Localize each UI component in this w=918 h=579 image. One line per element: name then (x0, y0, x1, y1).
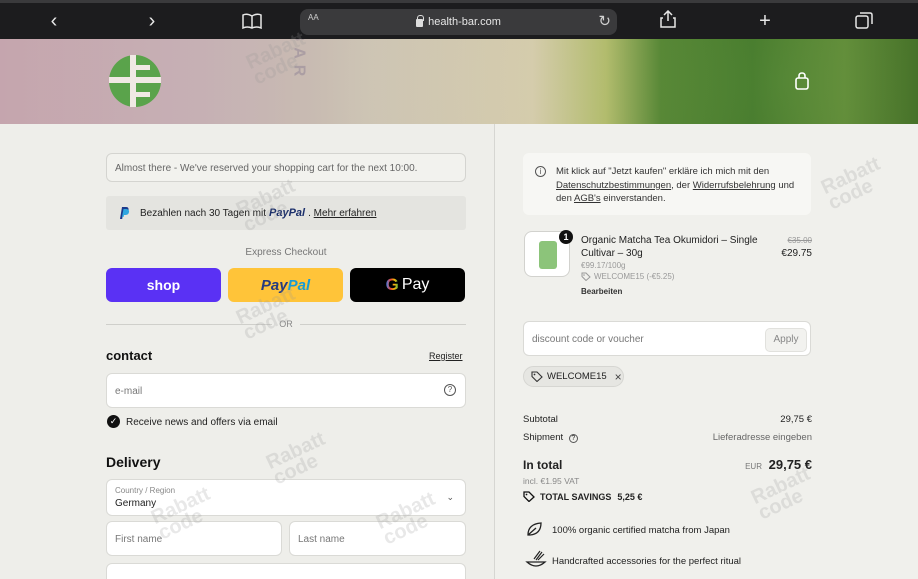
google-g-icon: G (385, 275, 399, 294)
google-pay-label: Pay (401, 276, 430, 293)
browser-toolbar: ‹ › AA health-bar.com ↻ + (0, 0, 918, 39)
text-size-button[interactable]: AA (308, 14, 319, 22)
agb-link[interactable]: AGB's (574, 193, 601, 204)
country-label: Country / Region (115, 486, 176, 495)
cart-reservation-notice: Almost there - We've reserved your shopp… (106, 153, 466, 182)
product-unit-price: €99.17/100g (581, 261, 626, 270)
leaf-icon (525, 520, 545, 538)
feature-accessories: Handcrafted accessories for the perfect … (552, 556, 742, 567)
paypal-label-b: Pal (287, 276, 311, 294)
country-select[interactable]: Country / Region Germany ⌄ (106, 479, 466, 516)
savings-label: TOTAL SAVINGS (540, 491, 612, 502)
terms-suffix: einverstanden. (603, 193, 666, 204)
shop-pay-label: shop (146, 277, 181, 293)
shop-pay-button[interactable]: shop (106, 268, 221, 302)
chevron-down-icon: ⌄ (446, 492, 454, 502)
paypal-later-text: Bezahlen nach 30 Tagen mit (140, 207, 267, 219)
total-value: 29,75 € (768, 457, 812, 472)
contact-heading: contact (106, 348, 153, 363)
newsletter-checkbox[interactable]: ✓ (107, 415, 120, 428)
lock-icon (416, 15, 425, 27)
express-checkout-label: Express Checkout (245, 247, 327, 258)
help-icon[interactable]: ? (444, 384, 456, 396)
withdrawal-link[interactable]: Widerrufsbelehrung (693, 180, 776, 191)
whisk-bowl-icon (525, 550, 547, 568)
new-tab-icon[interactable]: + (752, 9, 778, 33)
tag-icon (523, 491, 535, 502)
product-discount-text: WELCOME15 (-€5.25) (594, 272, 675, 281)
health-bar-logo[interactable] (109, 55, 161, 107)
edit-product-link[interactable]: Bearbeiten (581, 287, 622, 296)
total-label: In total (523, 458, 563, 472)
paypal-label-a: Pay (260, 276, 288, 294)
vat-note: incl. €1.95 VAT (523, 476, 580, 486)
google-pay-button[interactable]: G Pay (350, 268, 465, 302)
back-icon[interactable]: ‹ (41, 9, 67, 33)
product-name: Organic Matcha Tea Okumidori – Single Cu… (581, 235, 758, 259)
terms-prefix: Mit klick auf "Jetzt kaufen" erkläre ich… (556, 166, 770, 177)
remove-discount-icon[interactable]: × (615, 370, 622, 384)
or-divider-left (106, 324, 272, 325)
shopping-bag-icon[interactable] (794, 72, 810, 90)
tag-icon (581, 272, 591, 281)
shipping-value: Lieferadresse eingeben (712, 432, 812, 443)
paypal-brand: PayPal (269, 207, 306, 219)
paypal-learn-more-link[interactable]: Mehr erfahren (314, 208, 377, 219)
tag-icon (531, 371, 543, 382)
privacy-link[interactable]: Datenschutzbestimmungen (556, 180, 671, 191)
info-icon: i (535, 166, 546, 177)
subtotal-label: Subtotal (523, 414, 558, 425)
quantity-badge: 1 (559, 230, 573, 244)
url-text: health-bar.com (428, 16, 501, 28)
delivery-heading: Delivery (106, 454, 161, 470)
forward-icon[interactable]: › (139, 9, 165, 33)
shipping-label: Shipment ? (523, 432, 578, 443)
first-name-placeholder: First name (115, 534, 163, 545)
last-name-field[interactable]: Last name (289, 521, 466, 556)
matcha-can-image (539, 241, 557, 269)
last-name-placeholder: Last name (298, 534, 345, 545)
original-price: €35.00 (787, 236, 812, 245)
or-divider-right (300, 324, 466, 325)
product-discount: WELCOME15 (-€5.25) (581, 272, 674, 281)
paypal-button[interactable]: Pay Pal (228, 268, 343, 302)
total-savings: TOTAL SAVINGS 5,25 € (523, 491, 642, 502)
savings-value: 5,25 € (617, 491, 643, 502)
terms-middle: , der (671, 179, 691, 191)
share-icon[interactable] (655, 9, 681, 34)
total-value-row: EUR 29,75 € (680, 457, 812, 472)
address-field[interactable] (106, 563, 466, 579)
column-divider (494, 124, 495, 579)
applied-code: WELCOME15 (547, 371, 607, 382)
newsletter-label: Receive news and offers via email (126, 417, 278, 428)
email-field[interactable]: e-mail ? (106, 373, 466, 408)
discount-placeholder: discount code or voucher (532, 334, 644, 345)
shipping-label-text: Shipment (523, 432, 564, 443)
subtotal-value: 29,75 € (780, 414, 812, 425)
discounted-price: €29.75 (781, 248, 812, 259)
reload-icon[interactable]: ↻ (598, 12, 611, 30)
email-placeholder: e-mail (115, 386, 143, 397)
terms-notice: i Mit klick auf "Jetzt kaufen" erkläre i… (523, 153, 811, 215)
applied-discount-chip: WELCOME15 × (523, 366, 624, 387)
first-name-field[interactable]: First name (106, 521, 282, 556)
paypal-later-banner: Bezahlen nach 30 Tagen mit PayPal . Mehr… (106, 196, 466, 230)
tabs-icon[interactable] (851, 11, 877, 35)
feature-organic: 100% organic certified matcha from Japan (552, 525, 730, 536)
currency-code: EUR (745, 462, 762, 471)
apply-discount-button[interactable]: Apply (765, 328, 807, 352)
bookmarks-icon[interactable] (239, 11, 265, 35)
hero-package-text: BAR (290, 39, 308, 83)
country-value: Germany (115, 498, 157, 509)
or-label: OR (279, 319, 293, 329)
address-bar[interactable]: AA health-bar.com ↻ (300, 9, 617, 35)
shipping-help-icon[interactable]: ? (568, 434, 578, 443)
paypal-icon (118, 206, 130, 220)
register-link[interactable]: Register (429, 351, 463, 361)
